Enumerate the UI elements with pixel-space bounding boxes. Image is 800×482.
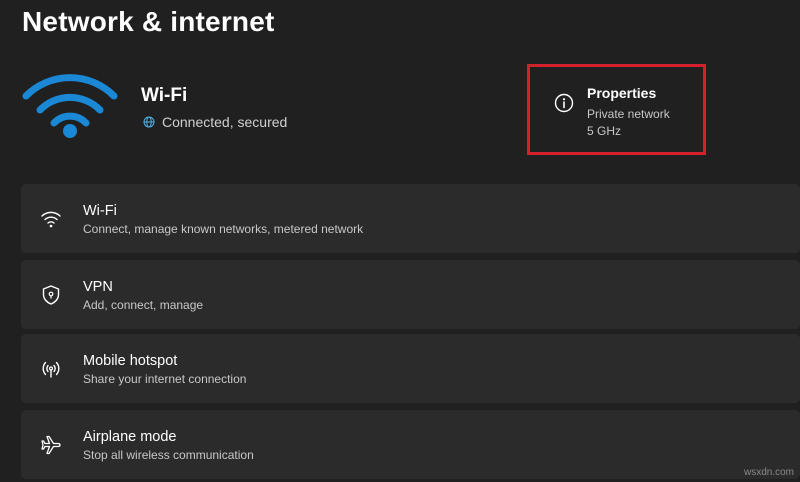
network-profile-type: Private network <box>587 107 670 121</box>
settings-item-airplane-mode[interactable]: Airplane mode Stop all wireless communic… <box>21 410 800 479</box>
settings-item-mobile-hotspot[interactable]: Mobile hotspot Share your internet conne… <box>21 334 800 403</box>
settings-item-title: Wi-Fi <box>83 203 117 219</box>
network-band: 5 GHz <box>587 124 622 138</box>
settings-item-title: Airplane mode <box>83 429 177 445</box>
watermark: wsxdn.com <box>743 467 794 478</box>
settings-item-subtitle: Connect, manage known networks, metered … <box>83 222 364 236</box>
properties-link[interactable]: Properties <box>587 85 656 101</box>
network-name: Wi-Fi <box>141 85 188 106</box>
page-title: Network & internet <box>22 6 275 37</box>
settings-item-title: Mobile hotspot <box>83 353 178 369</box>
settings-item-subtitle: Stop all wireless communication <box>83 448 254 462</box>
airplane-icon <box>41 435 61 455</box>
settings-item-vpn[interactable]: VPN Add, connect, manage <box>21 260 800 329</box>
wifi-icon <box>41 211 61 228</box>
settings-item-subtitle: Share your internet connection <box>83 372 247 386</box>
wifi-large-icon <box>22 74 118 138</box>
globe-icon <box>143 116 155 128</box>
info-icon <box>554 93 574 113</box>
settings-item-title: VPN <box>83 279 113 295</box>
connection-status: Connected, secured <box>143 114 287 130</box>
settings-item-subtitle: Add, connect, manage <box>83 298 204 312</box>
hotspot-icon <box>42 361 60 378</box>
shield-icon <box>42 285 60 305</box>
settings-item-wifi[interactable]: Wi-Fi Connect, manage known networks, me… <box>21 184 800 253</box>
connection-status-text: Connected, secured <box>162 114 288 130</box>
